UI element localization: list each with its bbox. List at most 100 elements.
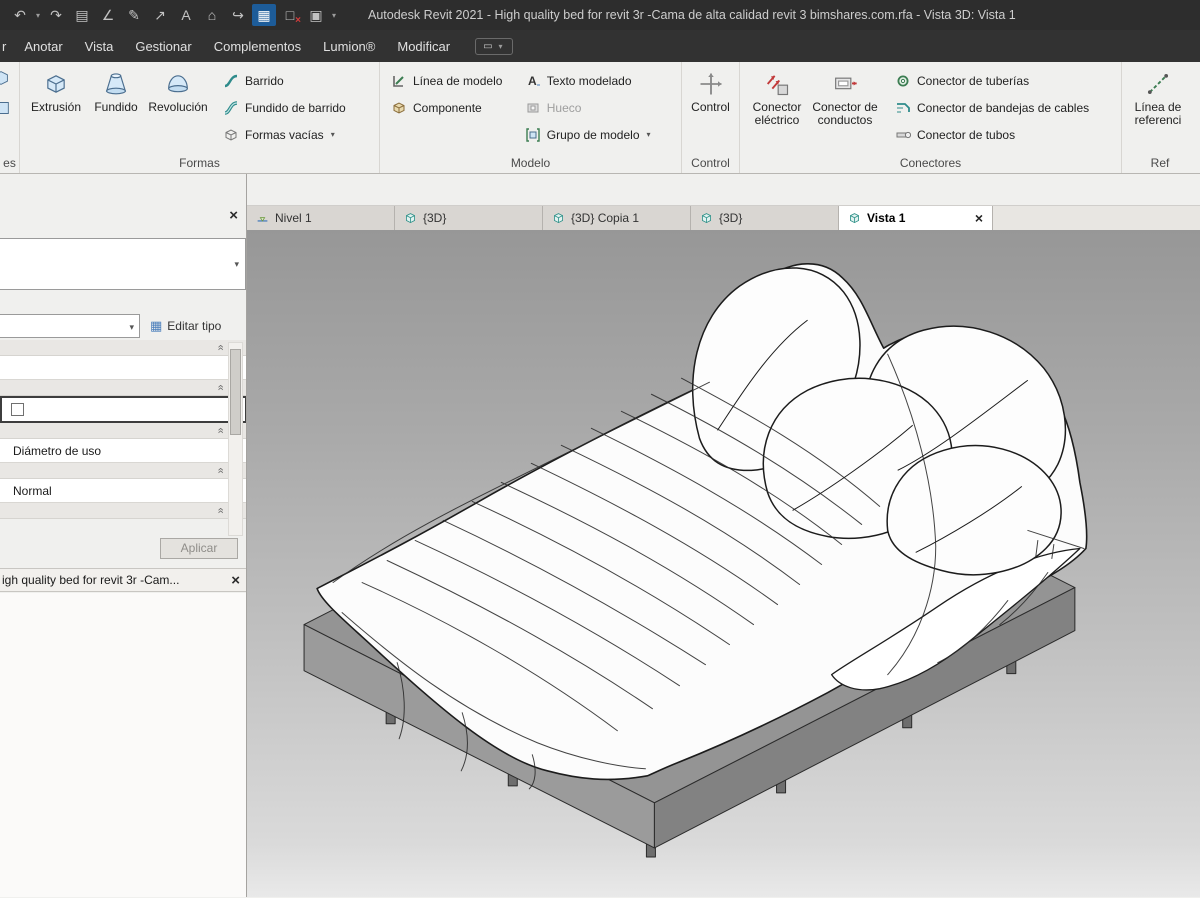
tab-gestionar[interactable]: Gestionar: [124, 31, 202, 62]
edit-type-button[interactable]: ▦ Editar tipo: [150, 312, 244, 339]
group-header[interactable]: «: [0, 503, 246, 519]
tab-vista[interactable]: Vista: [74, 31, 125, 62]
linea-de-modelo-button[interactable]: Línea de modelo: [387, 67, 513, 94]
view-tab-3d[interactable]: {3D}: [395, 206, 543, 230]
close-icon[interactable]: ×: [231, 572, 240, 589]
button-label: Conector de conductos: [812, 100, 878, 127]
edit-type-label: Editar tipo: [167, 318, 222, 333]
control-button[interactable]: Control: [687, 67, 734, 153]
barrido-button[interactable]: Barrido: [219, 67, 350, 94]
view-tab-vista-1[interactable]: Vista 1 ×: [839, 206, 993, 230]
view-tab-3d-2[interactable]: {3D}: [691, 206, 839, 230]
forward-icon[interactable]: ↪: [226, 4, 250, 26]
panel-label: es: [3, 156, 16, 170]
checkbox[interactable]: [11, 403, 24, 416]
dropdown-caret-icon[interactable]: ▾: [331, 130, 335, 139]
tab-anotar[interactable]: Anotar: [13, 31, 73, 62]
project-browser-caption[interactable]: igh quality bed for revit 3r -Cam... ×: [0, 568, 246, 592]
3d-view-icon: [702, 212, 711, 223]
filter-combobox[interactable]: ▾: [0, 314, 140, 338]
property-row[interactable]: [0, 356, 246, 380]
collapse-icon[interactable]: «: [214, 467, 226, 473]
switch-windows-icon[interactable]: ▣: [304, 4, 328, 26]
conector-electrico-button[interactable]: Conector eléctrico: [745, 67, 809, 153]
print-icon[interactable]: ▤: [70, 4, 94, 26]
barrido-icon: [224, 74, 238, 87]
measure-icon[interactable]: ✎: [122, 4, 146, 26]
apply-button[interactable]: Aplicar: [160, 538, 238, 559]
redo-icon[interactable]: ↷: [44, 4, 68, 26]
panel-control: Control Control: [682, 62, 740, 173]
3d-view-icon: [554, 212, 563, 223]
fundido-de-barrido-button[interactable]: Fundido de barrido: [219, 94, 350, 121]
work-area: Nivel 1 {3D} {3D} Copia 1 {3D} Vista 1 ×: [247, 174, 1200, 897]
close-hidden-windows-icon[interactable]: □ ×: [278, 4, 302, 26]
close-icon[interactable]: ×: [229, 208, 238, 223]
texto-modelado-button[interactable]: A Texto modelado: [521, 67, 676, 94]
property-row[interactable]: Normal: [0, 479, 246, 503]
group-header[interactable]: «: [0, 380, 246, 396]
button-label: Control: [691, 100, 730, 114]
drawing-canvas[interactable]: [247, 230, 1200, 897]
view-cube-icon[interactable]: ⌂: [200, 4, 224, 26]
ribbon-tab-bar: r Anotar Vista Gestionar Complementos Lu…: [0, 30, 1200, 62]
conector-de-tubos-button[interactable]: Conector de tubos: [891, 121, 1093, 148]
panel-label: Formas: [179, 156, 220, 170]
collapse-icon[interactable]: «: [214, 384, 226, 390]
componente-button[interactable]: Componente: [387, 94, 513, 121]
collapse-icon[interactable]: «: [214, 507, 226, 513]
chevron-down-icon: ▾: [234, 259, 239, 269]
view-tab-label: Nivel 1: [275, 211, 312, 225]
undo-icon[interactable]: ↶: [8, 4, 32, 26]
property-row[interactable]: Diámetro de uso: [0, 439, 246, 463]
dropdown-caret-icon[interactable]: ▾: [34, 11, 42, 20]
linea-de-referencia-button[interactable]: Línea de referenci: [1127, 67, 1189, 153]
tab-modificar[interactable]: Modificar: [386, 31, 461, 62]
property-label: Normal: [13, 483, 52, 498]
panel-label: Modelo: [510, 156, 551, 170]
grupo-modelo-icon: [526, 127, 540, 142]
tab-complementos[interactable]: Complementos: [203, 31, 312, 62]
conector-de-conductos-button[interactable]: Conector de conductos: [809, 67, 881, 153]
button-label: Revolución: [148, 100, 208, 114]
dropdown-caret-icon[interactable]: ▾: [330, 11, 338, 20]
view-tab-label: Vista 1: [867, 211, 906, 225]
extrusion-button[interactable]: Extrusión: [25, 67, 87, 153]
fundido-button[interactable]: Fundido: [87, 67, 145, 153]
control-icon: [700, 73, 721, 95]
collapse-icon[interactable]: «: [214, 427, 226, 433]
button-label: Conector de tuberías: [917, 73, 1030, 88]
type-selector-combobox[interactable]: ▾: [0, 238, 246, 290]
tab-partial[interactable]: r: [0, 31, 13, 62]
scale-icon[interactable]: ∠: [96, 4, 120, 26]
formas-vacias-button[interactable]: Formas vacías ▾: [219, 121, 350, 148]
button-label: Conector de bandejas de cables: [917, 100, 1090, 115]
collapse-icon[interactable]: «: [214, 344, 226, 350]
properties-scrollbar[interactable]: [228, 342, 243, 536]
schedule-icon[interactable]: ▦: [252, 4, 276, 26]
button-label: Fundido: [94, 100, 138, 114]
group-header[interactable]: «: [0, 463, 246, 479]
linea-referencia-icon: [1147, 73, 1169, 95]
conector-de-bandejas-button[interactable]: Conector de bandejas de cables: [891, 94, 1093, 121]
grupo-de-modelo-button[interactable]: Grupo de modelo ▾: [521, 121, 676, 148]
cut-icon: [0, 102, 9, 114]
view-tab-3d-copia-1[interactable]: {3D} Copia 1: [543, 206, 691, 230]
tab-lumion[interactable]: Lumion®: [312, 31, 386, 62]
dropdown-caret-icon[interactable]: ▾: [647, 130, 651, 139]
view-tab-nivel-1[interactable]: Nivel 1: [247, 206, 395, 230]
close-icon[interactable]: ×: [975, 210, 983, 226]
panel-label: Ref: [1150, 156, 1170, 170]
conector-de-tuberias-button[interactable]: Conector de tuberías: [891, 67, 1093, 94]
ribbon-state-button[interactable]: ▭ ▾: [475, 37, 513, 55]
dimension-icon[interactable]: ↗: [148, 4, 172, 26]
property-row-selected[interactable]: [0, 396, 246, 423]
group-header[interactable]: «: [0, 423, 246, 439]
svg-text:A: A: [528, 74, 537, 88]
fundido-icon: [105, 73, 127, 95]
revolucion-button[interactable]: Revolución: [145, 67, 211, 153]
cut-icon: [0, 71, 8, 85]
group-header[interactable]: «: [0, 340, 246, 356]
scrollbar-thumb[interactable]: [230, 349, 241, 435]
text-icon[interactable]: A: [174, 4, 198, 26]
